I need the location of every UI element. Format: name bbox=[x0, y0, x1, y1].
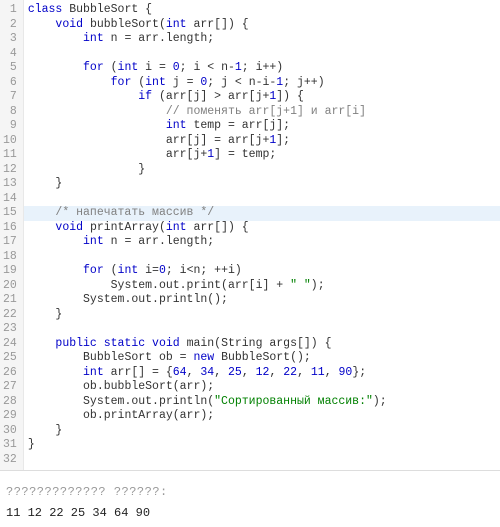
line-number: 3 bbox=[3, 32, 17, 47]
line-number: 2 bbox=[3, 18, 17, 33]
line-number: 21 bbox=[3, 293, 17, 308]
code-line: System.out.println("Сортированный массив… bbox=[24, 395, 500, 410]
code-line: for (int i=0; i<n; ++i) bbox=[24, 264, 500, 279]
code-line: class BubbleSort { bbox=[24, 3, 500, 18]
code-line: if (arr[j] > arr[j+1]) { bbox=[24, 90, 500, 105]
code-line: int n = arr.length; bbox=[24, 32, 500, 47]
code-line bbox=[24, 47, 500, 62]
line-number: 15 bbox=[3, 206, 17, 221]
code-line: } bbox=[24, 177, 500, 192]
code-line: } bbox=[24, 424, 500, 439]
code-line: arr[j] = arr[j+1]; bbox=[24, 134, 500, 149]
line-number: 29 bbox=[3, 409, 17, 424]
line-number: 8 bbox=[3, 105, 17, 120]
code-line: for (int i = 0; i < n-1; i++) bbox=[24, 61, 500, 76]
line-number: 16 bbox=[3, 221, 17, 236]
line-number: 32 bbox=[3, 453, 17, 468]
line-number: 12 bbox=[3, 163, 17, 178]
line-number: 25 bbox=[3, 351, 17, 366]
line-number: 14 bbox=[3, 192, 17, 207]
output-panel: ????????????? ??????: 11 12 22 25 34 64 … bbox=[0, 471, 500, 527]
code-line: /* напечатать массив */ bbox=[24, 206, 500, 221]
line-number: 5 bbox=[3, 61, 17, 76]
code-area[interactable]: class BubbleSort { void bubbleSort(int a… bbox=[24, 0, 500, 470]
code-line bbox=[24, 250, 500, 265]
line-number: 22 bbox=[3, 308, 17, 323]
code-line: } bbox=[24, 163, 500, 178]
line-number: 26 bbox=[3, 366, 17, 381]
code-line: System.out.println(); bbox=[24, 293, 500, 308]
code-line: } bbox=[24, 438, 500, 453]
code-line: ob.printArray(arr); bbox=[24, 409, 500, 424]
code-line: int n = arr.length; bbox=[24, 235, 500, 250]
code-line: } bbox=[24, 308, 500, 323]
line-number: 6 bbox=[3, 76, 17, 91]
line-number: 7 bbox=[3, 90, 17, 105]
line-number: 28 bbox=[3, 395, 17, 410]
code-line: void bubbleSort(int arr[]) { bbox=[24, 18, 500, 33]
line-number: 11 bbox=[3, 148, 17, 163]
code-line: void printArray(int arr[]) { bbox=[24, 221, 500, 236]
line-number: 18 bbox=[3, 250, 17, 265]
code-line: int arr[] = {64, 34, 25, 12, 22, 11, 90}… bbox=[24, 366, 500, 381]
code-line: // поменять arr[j+1] и arr[i] bbox=[24, 105, 500, 120]
line-number: 23 bbox=[3, 322, 17, 337]
line-number: 17 bbox=[3, 235, 17, 250]
code-line: BubbleSort ob = new BubbleSort(); bbox=[24, 351, 500, 366]
code-line bbox=[24, 322, 500, 337]
code-line bbox=[24, 192, 500, 207]
line-number: 24 bbox=[3, 337, 17, 352]
code-line: ob.bubbleSort(arr); bbox=[24, 380, 500, 395]
code-editor: 1234567891011121314151617181920212223242… bbox=[0, 0, 500, 471]
output-result: 11 12 22 25 34 64 90 bbox=[6, 506, 494, 521]
line-number-gutter: 1234567891011121314151617181920212223242… bbox=[0, 0, 24, 470]
line-number: 30 bbox=[3, 424, 17, 439]
code-line bbox=[24, 453, 500, 468]
line-number: 10 bbox=[3, 134, 17, 149]
line-number: 20 bbox=[3, 279, 17, 294]
code-line: arr[j+1] = temp; bbox=[24, 148, 500, 163]
line-number: 19 bbox=[3, 264, 17, 279]
output-header: ????????????? ??????: bbox=[6, 485, 494, 500]
line-number: 1 bbox=[3, 3, 17, 18]
line-number: 31 bbox=[3, 438, 17, 453]
code-line: System.out.print(arr[i] + " "); bbox=[24, 279, 500, 294]
line-number: 13 bbox=[3, 177, 17, 192]
line-number: 4 bbox=[3, 47, 17, 62]
line-number: 9 bbox=[3, 119, 17, 134]
line-number: 27 bbox=[3, 380, 17, 395]
code-line: for (int j = 0; j < n-i-1; j++) bbox=[24, 76, 500, 91]
code-line: int temp = arr[j]; bbox=[24, 119, 500, 134]
code-line: public static void main(String args[]) { bbox=[24, 337, 500, 352]
